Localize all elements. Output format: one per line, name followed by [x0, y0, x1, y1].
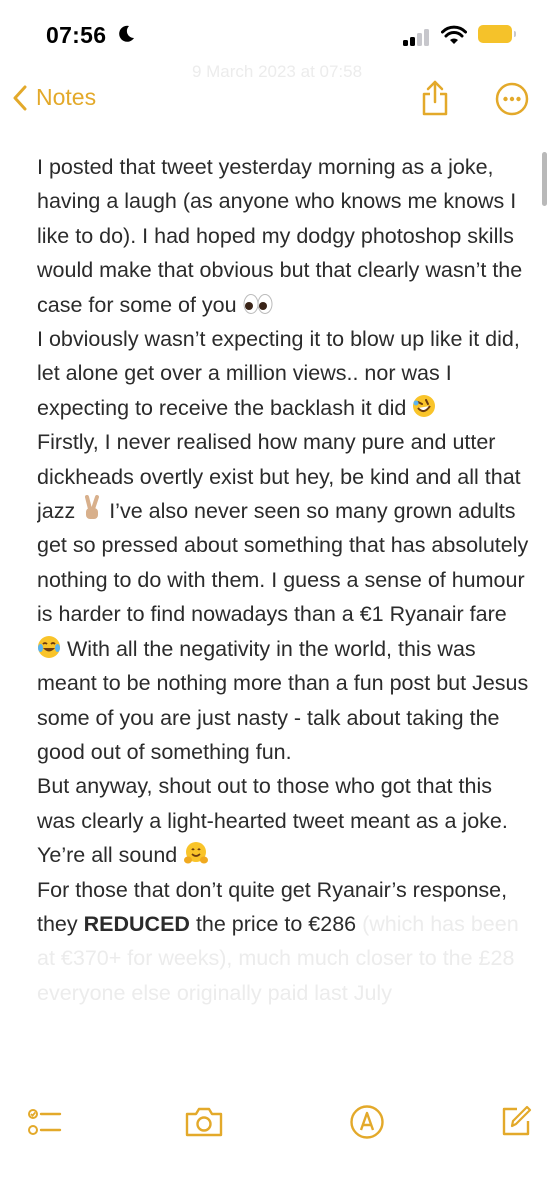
compose-icon[interactable] [500, 1104, 532, 1138]
note-paragraph: Firstly, I never realised how many pure … [37, 430, 529, 764]
nav-bar: 9 March 2023 at 07:58 Notes [0, 62, 554, 132]
battery-icon [478, 25, 516, 43]
note-paragraph: I posted that tweet yesterday morning as… [37, 155, 523, 317]
note-date: 9 March 2023 at 07:58 [191, 62, 363, 81]
scroll-indicator[interactable] [542, 152, 547, 206]
bottom-toolbar [0, 1082, 554, 1200]
share-icon[interactable] [420, 80, 450, 116]
back-label: Notes [36, 84, 97, 110]
hugging-face-emoji-icon [184, 842, 209, 864]
note-paragraph: But anyway, shout out to those who got t… [37, 774, 508, 868]
eyes-emoji-icon [243, 293, 273, 314]
more-icon[interactable] [495, 82, 529, 116]
victory-hand-emoji-icon [85, 495, 100, 520]
moon-icon [119, 25, 134, 42]
rofl-emoji-icon [413, 394, 436, 417]
status-bar: 07:56 [0, 0, 554, 70]
chevron-left-icon [13, 85, 27, 110]
note-paragraph: For those that don’t quite get Ryanair’s… [37, 877, 519, 1005]
back-button[interactable]: Notes [12, 84, 96, 111]
signal-icon [403, 28, 433, 46]
tears-of-joy-emoji-icon [38, 635, 60, 658]
checklist-icon[interactable] [28, 1108, 62, 1138]
status-time: 07:56 [46, 22, 107, 48]
wifi-icon [441, 25, 467, 44]
note-paragraph: I obviously wasn’t expecting it to blow … [37, 327, 520, 420]
camera-icon[interactable] [184, 1106, 224, 1138]
markup-icon[interactable] [349, 1104, 385, 1140]
bold-text: REDUCED [83, 911, 190, 936]
note-body[interactable]: I posted that tweet yesterday morning as… [37, 150, 532, 1070]
